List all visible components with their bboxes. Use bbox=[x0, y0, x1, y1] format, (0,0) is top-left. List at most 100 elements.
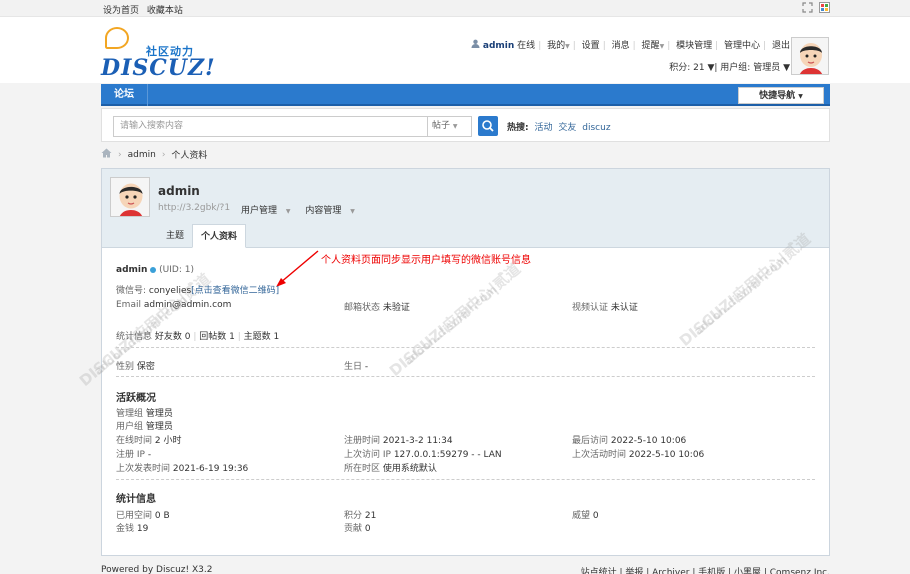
user-stats-line: 积分: 21 ▼| 用户组: 管理员 ▼ bbox=[669, 63, 790, 73]
settings-link[interactable]: 设置 bbox=[582, 41, 600, 51]
profile-tabs: 主题 个人资料 bbox=[158, 224, 247, 248]
credits-label: 积分 bbox=[344, 511, 363, 521]
admin-group-value[interactable]: 管理员 bbox=[146, 409, 173, 419]
my-menu[interactable]: 我的 bbox=[547, 41, 565, 51]
wechat-value: conyelies bbox=[148, 286, 192, 296]
last-post-label: 上次发表时间 bbox=[116, 464, 171, 474]
admin-center-link[interactable]: 管理中心 bbox=[724, 41, 760, 51]
email-status-value: 未验证 bbox=[382, 303, 410, 313]
hot-search-item[interactable]: 交友 bbox=[558, 123, 576, 133]
video-label: 视频认证 bbox=[572, 303, 609, 313]
user-group-value[interactable]: 管理员 bbox=[146, 422, 173, 432]
reminders-link[interactable]: 提醒 bbox=[642, 41, 660, 51]
gender-value: 保密 bbox=[136, 362, 155, 372]
money-label: 金钱 bbox=[116, 524, 135, 534]
wechat-qr-link[interactable]: [点击查看微信二维码] bbox=[191, 286, 279, 296]
username-link[interactable]: admin bbox=[483, 41, 514, 51]
replies-link[interactable]: 回帖数 1 bbox=[199, 332, 235, 342]
nav-forum[interactable]: 论坛 bbox=[101, 84, 148, 106]
friends-link[interactable]: 好友数 0 bbox=[155, 332, 191, 342]
home-icon[interactable] bbox=[101, 148, 112, 161]
user-icon bbox=[471, 39, 483, 51]
fullscreen-icon[interactable] bbox=[802, 2, 813, 13]
last-ip-row: 上次访问 IP 127.0.0.1:59279 - - LAN bbox=[344, 447, 502, 460]
video-value: 未认证 bbox=[610, 303, 638, 313]
footer-links[interactable]: 站点统计 | 举报 | Archiver | 手机版 | 小黑屋 | Comse… bbox=[581, 565, 830, 574]
quick-nav-button[interactable]: 快捷导航 ▼ bbox=[738, 87, 824, 104]
last-active-row: 上次活动时间 2022-5-10 10:06 bbox=[572, 447, 704, 460]
hot-search-item[interactable]: 活动 bbox=[534, 123, 552, 133]
user-group-menu[interactable]: 用户组: 管理员 bbox=[720, 63, 780, 73]
reg-time-row: 注册时间 2021-3-2 11:34 bbox=[344, 433, 453, 446]
reg-ip-label: 注册 IP bbox=[116, 450, 145, 460]
user-manage-menu[interactable]: 用户管理 ▼ bbox=[241, 206, 297, 216]
set-home-link[interactable]: 设为首页 bbox=[103, 6, 139, 16]
last-visit-label: 最后访问 bbox=[572, 436, 609, 446]
user-group-row: 用户组 管理员 bbox=[116, 419, 173, 432]
admin-group-label: 管理组 bbox=[116, 409, 144, 419]
email-status-label: 邮箱状态 bbox=[344, 303, 381, 313]
search-input[interactable]: 请输入搜索内容 bbox=[113, 116, 428, 137]
watermark-sub: addon.dismall.com bbox=[401, 282, 500, 369]
reg-time-value: 2021-3-2 11:34 bbox=[382, 436, 453, 446]
profile-avatar[interactable] bbox=[110, 177, 150, 217]
email-row: Email admin@admin.com bbox=[116, 300, 231, 310]
last-post-value: 2021-6-19 19:36 bbox=[172, 464, 249, 474]
divider bbox=[116, 347, 815, 348]
chevron-right-icon: › bbox=[118, 149, 122, 160]
header-avatar[interactable] bbox=[791, 37, 829, 75]
breadcrumb-page: 个人资料 bbox=[171, 151, 208, 161]
uid: (UID: 1) bbox=[159, 265, 194, 275]
stats-label: 统计信息 bbox=[116, 332, 153, 342]
username: admin bbox=[116, 265, 148, 275]
footer-powered: Powered by Discuz! X3.2 bbox=[101, 565, 213, 574]
timezone-label: 所在时区 bbox=[344, 464, 381, 474]
last-visit-row: 最后访问 2022-5-10 10:06 bbox=[572, 433, 686, 446]
site-header: 社区动力 DISCUZ! admin 在线 | 我的▼ | 设置 | 消息 | 提醒▼ |… bbox=[0, 17, 910, 83]
bookmark-link[interactable]: 收藏本站 bbox=[147, 6, 183, 16]
search-button[interactable] bbox=[478, 116, 498, 136]
logo-en-text: DISCUZ! bbox=[101, 55, 216, 81]
contrib-label: 贡献 bbox=[344, 524, 363, 534]
profile-panel: admin http://3.2gbk/?1 用户管理 ▼ 内容管理 ▼ 主题 … bbox=[76, 168, 830, 556]
block-manage-link[interactable]: 模块管理 bbox=[676, 41, 712, 51]
annotation-arrow-icon bbox=[276, 250, 319, 287]
user-nav: admin 在线 | 我的▼ | 设置 | 消息 | 提醒▼ | 模块管理 | 管理中心 | … bbox=[471, 38, 790, 51]
content-manage-menu[interactable]: 内容管理 ▼ bbox=[305, 206, 361, 216]
points-menu[interactable]: 积分: 21 bbox=[669, 63, 704, 73]
logout-link[interactable]: 退出 bbox=[772, 41, 790, 51]
gender-label: 性别 bbox=[116, 362, 135, 372]
online-dot-icon bbox=[150, 266, 157, 273]
messages-link[interactable]: 消息 bbox=[612, 41, 630, 51]
hot-search-item[interactable]: discuz bbox=[582, 123, 610, 133]
space-label: 已用空间 bbox=[116, 511, 153, 521]
user-manage-label: 用户管理 bbox=[241, 206, 278, 216]
stats-row: 统计信息 好友数 0 | 回帖数 1 | 主题数 1 bbox=[116, 332, 280, 342]
birthday-label: 生日 bbox=[344, 362, 363, 372]
timezone-row: 所在时区 使用系统默认 bbox=[344, 461, 437, 474]
threads-link[interactable]: 主题数 1 bbox=[244, 332, 280, 342]
chevron-down-icon: ▼ bbox=[452, 123, 458, 130]
profile-username: admin (UID: 1) bbox=[116, 265, 194, 275]
top-links: 设为首页 收藏本站 bbox=[103, 3, 188, 16]
hot-search-label: 热搜: bbox=[507, 123, 529, 133]
contrib-row: 贡献 0 bbox=[344, 521, 371, 534]
color-theme-icon[interactable] bbox=[819, 2, 830, 13]
online-time-row: 在线时间 2 小时 bbox=[116, 433, 181, 446]
tab-profile[interactable]: 个人资料 bbox=[192, 224, 247, 248]
email-status-row: 邮箱状态 未验证 bbox=[344, 300, 410, 313]
birthday-row: 生日 - bbox=[344, 359, 368, 372]
profile-url[interactable]: http://3.2gbk/?1 bbox=[158, 203, 230, 213]
timezone-value: 使用系统默认 bbox=[382, 464, 437, 474]
prestige-value: 0 bbox=[592, 511, 599, 521]
profile-menu: 用户管理 ▼ 内容管理 ▼ bbox=[241, 203, 367, 216]
search-bar: 请输入搜索内容 帖子 ▼ 热搜: 活动 交友 discuz bbox=[101, 108, 830, 142]
content-manage-label: 内容管理 bbox=[305, 206, 342, 216]
top-bar: 设为首页 收藏本站 bbox=[0, 0, 910, 17]
breadcrumb-user[interactable]: admin bbox=[128, 150, 156, 160]
hot-search: 热搜: 活动 交友 discuz bbox=[507, 120, 611, 133]
search-type-select[interactable]: 帖子 ▼ bbox=[428, 116, 472, 137]
site-logo[interactable]: 社区动力 DISCUZ! bbox=[101, 25, 215, 83]
tab-threads[interactable]: 主题 bbox=[158, 224, 192, 248]
credits-row: 积分 21 bbox=[344, 508, 376, 521]
